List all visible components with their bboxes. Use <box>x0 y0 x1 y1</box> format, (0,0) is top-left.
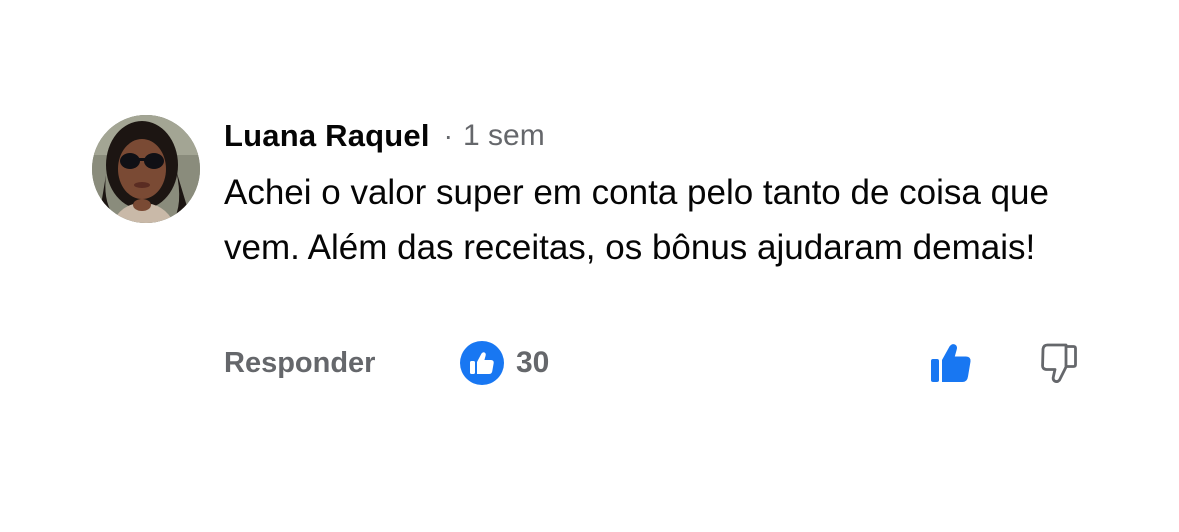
avatar[interactable] <box>92 115 200 223</box>
comment-actions: Responder 30 <box>224 340 1084 386</box>
reaction-summary[interactable]: 30 <box>460 340 549 386</box>
reply-button[interactable]: Responder <box>224 340 375 386</box>
reaction-count: 30 <box>516 346 550 379</box>
avatar-photo <box>92 115 200 223</box>
separator-dot: · <box>443 120 453 151</box>
thumbs-up-icon[interactable] <box>928 340 974 386</box>
thumbs-down-icon[interactable] <box>1036 340 1082 386</box>
comment-header: Luana Raquel · 1 sem <box>224 116 545 156</box>
comment: Luana Raquel · 1 sem Achei o valor super… <box>0 0 1179 532</box>
timestamp[interactable]: 1 sem <box>463 119 545 153</box>
comment-text: Achei o valor super em conta pelo tanto … <box>224 173 1049 267</box>
author-name[interactable]: Luana Raquel <box>224 118 430 154</box>
like-icon <box>460 341 504 385</box>
